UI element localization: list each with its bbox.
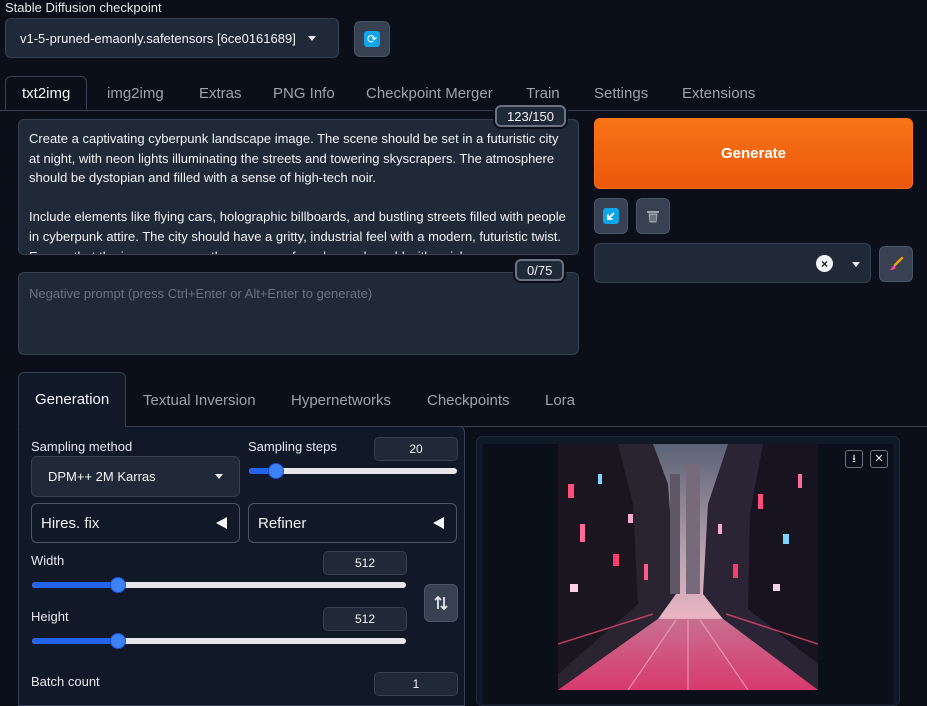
sampling-steps-label: Sampling steps: [248, 439, 337, 454]
prompt-token-counter: 123/150: [495, 105, 566, 127]
checkpoint-label: Stable Diffusion checkpoint: [5, 0, 162, 15]
width-input[interactable]: 512: [323, 551, 407, 575]
tab-hypernetworks[interactable]: Hypernetworks: [291, 382, 391, 418]
prompt-paragraph: Include elements like flying cars, holog…: [29, 209, 566, 254]
width-slider[interactable]: [32, 577, 406, 593]
height-input[interactable]: 512: [323, 607, 407, 631]
generate-button[interactable]: Generate: [594, 118, 913, 189]
slider-thumb[interactable]: [268, 463, 284, 479]
hires-fix-accordion[interactable]: Hires. fix: [31, 503, 240, 543]
width-label: Width: [31, 553, 65, 568]
tab-png-info[interactable]: PNG Info: [273, 77, 335, 109]
tab-img2img[interactable]: img2img: [107, 77, 164, 109]
refresh-checkpoint-button[interactable]: ⟳: [354, 21, 390, 57]
height-slider[interactable]: [32, 633, 406, 649]
chevron-down-icon: [307, 35, 316, 41]
tab-checkpoints[interactable]: Checkpoints: [427, 382, 510, 418]
edit-styles-button[interactable]: [879, 246, 913, 282]
download-icon: ⭳: [852, 452, 856, 465]
hires-fix-label: Hires. fix: [41, 514, 100, 532]
slider-fill: [32, 582, 118, 588]
download-image-button[interactable]: ⭳: [845, 450, 863, 468]
tab-extras[interactable]: Extras: [199, 77, 242, 109]
refiner-label: Refiner: [258, 514, 307, 532]
height-label: Height: [31, 609, 69, 624]
triangle-left-icon: [433, 517, 444, 529]
paste-prompt-button[interactable]: [594, 198, 628, 234]
arrow-down-left-icon: [603, 208, 619, 224]
styles-dropdown[interactable]: ×: [594, 243, 871, 283]
batch-count-label: Batch count: [31, 674, 100, 689]
prompt-input[interactable]: Create a captivating cyberpunk landscape…: [18, 119, 579, 255]
sampling-method-dropdown[interactable]: DPM++ 2M Karras: [31, 456, 240, 497]
paintbrush-icon: [889, 256, 904, 271]
tab-checkpoint-merger[interactable]: Checkpoint Merger: [366, 77, 493, 109]
slider-thumb[interactable]: [110, 633, 126, 649]
sampling-steps-input[interactable]: 20: [374, 437, 458, 461]
sampling-method-label: Sampling method: [31, 439, 133, 454]
tab-generation[interactable]: Generation: [18, 372, 127, 427]
swap-vertical-icon: [434, 595, 448, 611]
refresh-icon: ⟳: [364, 31, 380, 47]
swap-dimensions-button[interactable]: [424, 584, 458, 622]
tab-extensions[interactable]: Extensions: [682, 77, 755, 109]
refiner-accordion[interactable]: Refiner: [248, 503, 457, 543]
sampling-method-value: DPM++ 2M Karras: [48, 469, 156, 484]
trash-icon: [647, 211, 659, 223]
tab-textual-inversion[interactable]: Textual Inversion: [143, 382, 256, 418]
negative-token-counter: 0/75: [515, 259, 565, 281]
sampling-steps-slider[interactable]: [249, 463, 457, 479]
checkpoint-value: v1-5-pruned-emaonly.safetensors [6ce0161…: [20, 30, 296, 46]
batch-count-input[interactable]: 1: [374, 672, 458, 696]
checkpoint-dropdown[interactable]: v1-5-pruned-emaonly.safetensors [6ce0161…: [5, 18, 339, 58]
prompt-paragraph: Create a captivating cyberpunk landscape…: [29, 131, 559, 186]
triangle-left-icon: [216, 517, 227, 529]
close-gallery-button[interactable]: ✕: [870, 450, 888, 468]
chevron-down-icon: [852, 262, 860, 267]
negative-prompt-input[interactable]: Negative prompt (press Ctrl+Enter or Alt…: [18, 272, 579, 355]
generated-image[interactable]: [558, 444, 818, 690]
tab-settings[interactable]: Settings: [594, 77, 648, 109]
clear-prompt-button[interactable]: [636, 198, 670, 234]
clear-x-icon[interactable]: ×: [816, 255, 833, 272]
tab-lora[interactable]: Lora: [545, 382, 575, 418]
slider-fill: [32, 638, 118, 644]
chevron-down-icon: [215, 474, 223, 479]
slider-thumb[interactable]: [110, 577, 126, 593]
cyberpunk-city-image: [558, 444, 818, 690]
tab-txt2img[interactable]: txt2img: [5, 76, 88, 110]
close-icon: ✕: [874, 452, 884, 465]
